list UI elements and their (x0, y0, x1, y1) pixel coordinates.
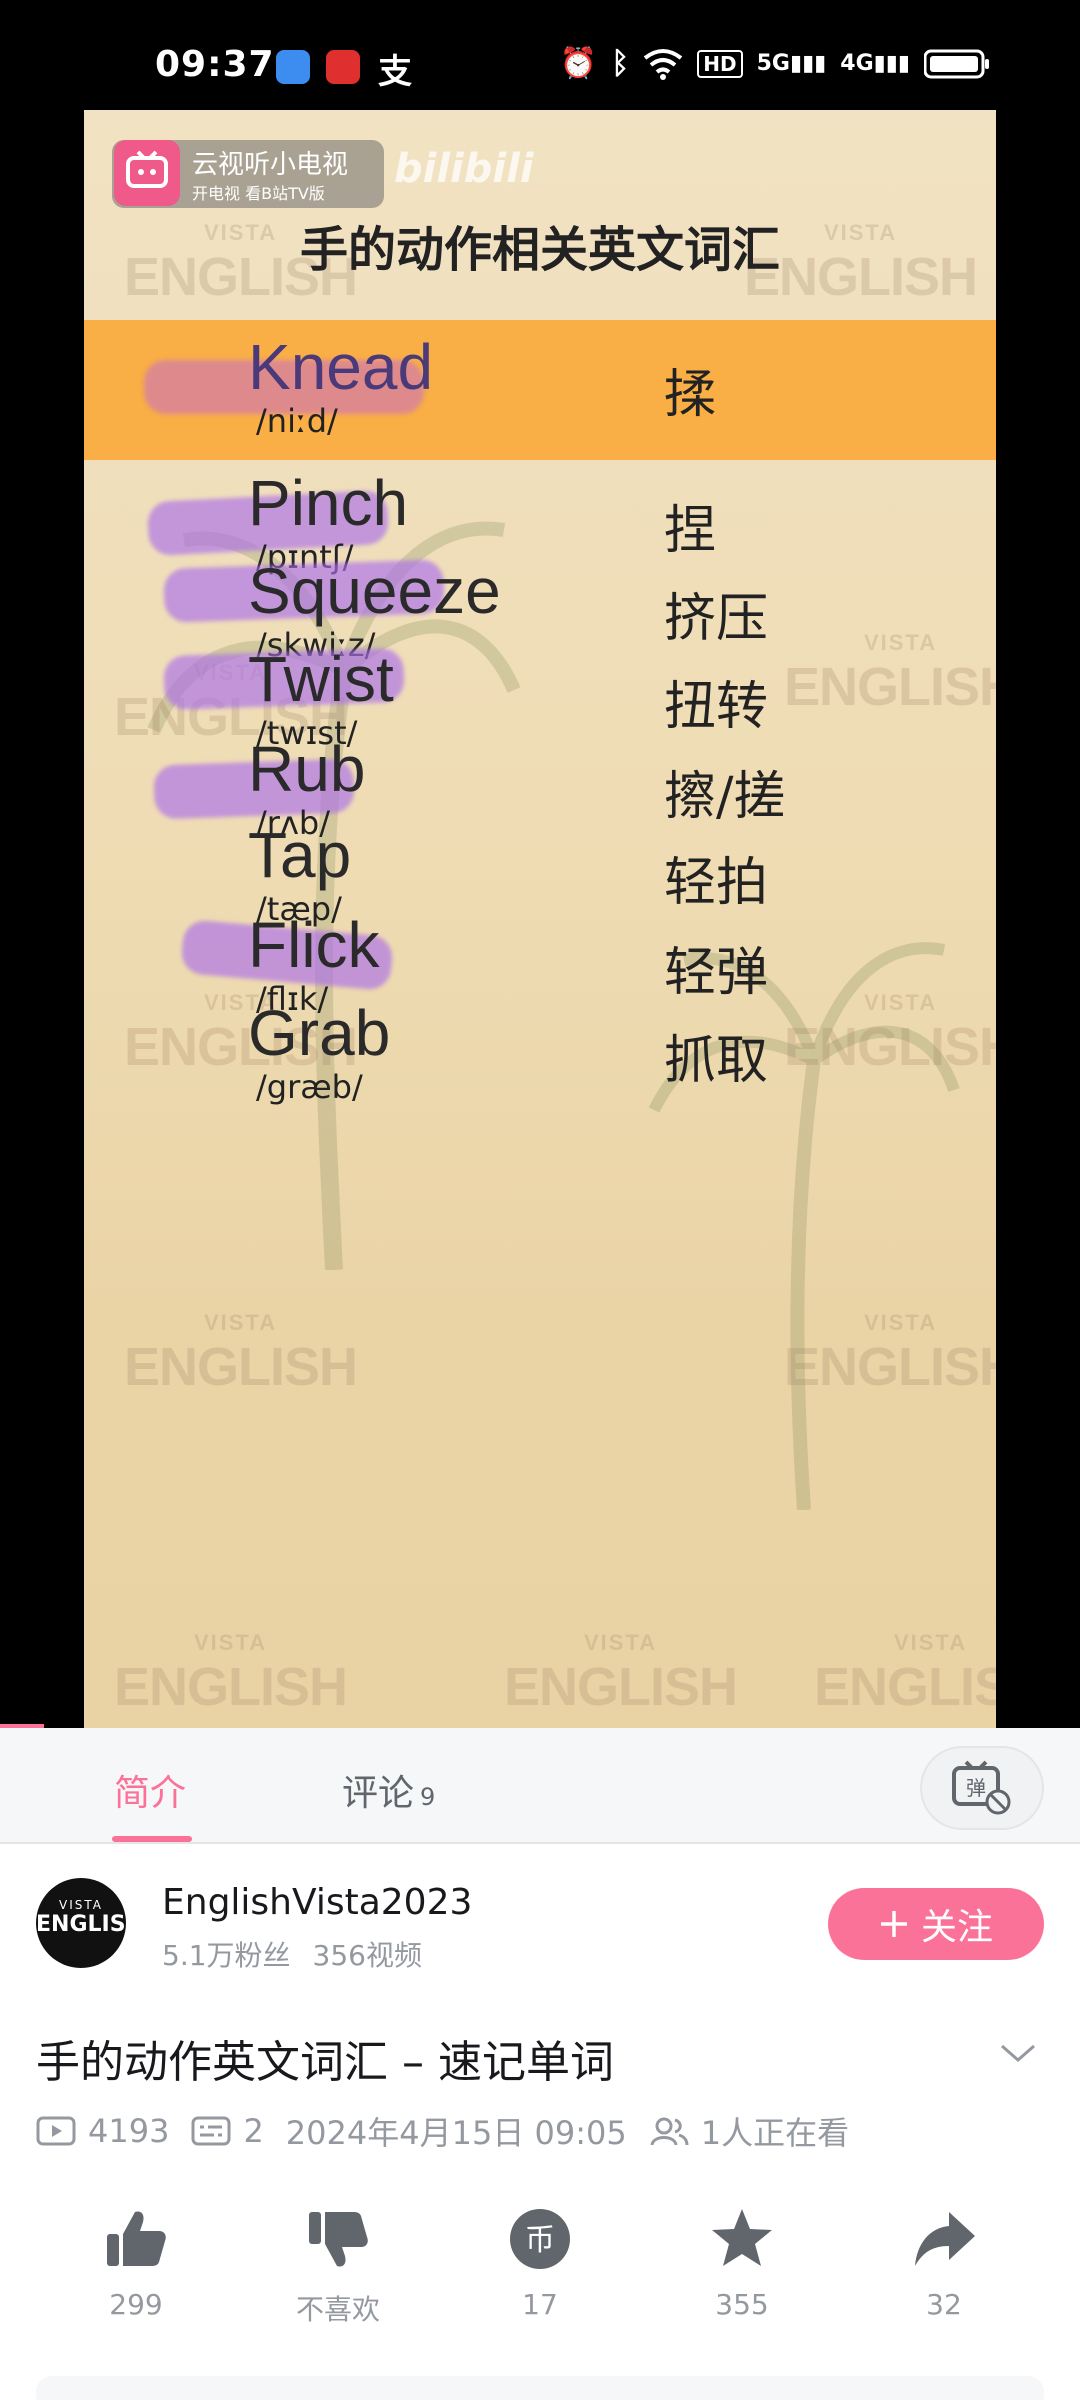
view-count: 4193 (88, 2112, 170, 2150)
signal-4g-icon: 4G▮▮▮ (840, 51, 910, 76)
action-bar: 299 不喜欢 币 17 355 32 (0, 2206, 1080, 2326)
watermark: VISTAENGLISH (124, 1310, 358, 1397)
publish-date: 2024年4月15日 09:05 (285, 2114, 627, 2152)
word-row: Grab/græb/抓取 (84, 986, 996, 1126)
like-button[interactable]: 299 (56, 2206, 216, 2321)
signal-5g-icon: 5G▮▮▮ (756, 51, 827, 76)
coin-icon: 币 (510, 2209, 570, 2269)
tab-bar: 简介 评论 9 弹 (0, 1728, 1080, 1844)
tv-badge-subtitle: 开电视 看B站TV版 (192, 184, 325, 203)
like-count: 299 (109, 2288, 163, 2321)
hd-icon: HD (697, 49, 743, 78)
watermark: VISTAENGLISH (784, 1310, 996, 1397)
share-button[interactable]: 32 (864, 2206, 1024, 2321)
coin-count: 17 (522, 2288, 558, 2321)
word-phonetic: /græb/ (256, 1068, 363, 1106)
favorite-button[interactable]: 355 (662, 2206, 822, 2321)
word-english: Rub (248, 733, 366, 805)
uploader-name[interactable]: EnglishVista2023 (162, 1882, 472, 1923)
dislike-button[interactable]: 不喜欢 (258, 2206, 418, 2328)
svg-text:弹: 弹 (966, 1776, 986, 1800)
word-chinese: 抓取 (664, 1031, 769, 1091)
video-frame[interactable]: VISTAENGLISH VISTAENGLISH VISTAENGLISH V… (84, 110, 996, 1728)
next-section-card (36, 2376, 1044, 2400)
thumbs-down-icon (309, 2212, 368, 2267)
status-bar: 09:37 支 ⏰ ᛒ HD 5G▮▮▮ 4G▮▮▮ (0, 0, 1080, 110)
word-english: Squeeze (248, 555, 501, 627)
wifi-icon (644, 48, 683, 80)
danmaku-toggle-button[interactable]: 弹 (920, 1746, 1044, 1830)
tv-icon (114, 140, 180, 206)
video-meta: 4193 2 2024年4月15日 09:05 1人正在看 (36, 2108, 849, 2154)
watermark: VISTAENGLISH (814, 1630, 996, 1717)
alipay-icon: 支 (378, 52, 412, 92)
video-frame-title: 手的动作相关英文词汇 (299, 222, 780, 278)
follow-label: 关注 (920, 1907, 993, 1948)
bilibili-logo: bilibili (394, 146, 534, 192)
tab-comments[interactable]: 评论 9 (342, 1764, 435, 1816)
word-english: Tap (248, 819, 352, 891)
watching-count: 1人正在看 (700, 2114, 850, 2152)
tv-badge-title: 云视听小电视 (192, 150, 349, 180)
svg-text:币: 币 (525, 2223, 555, 2258)
video-player[interactable]: VISTAENGLISH VISTAENGLISH VISTAENGLISH V… (0, 110, 1080, 1728)
weather-icon (276, 50, 310, 84)
share-arrow-icon (915, 2212, 975, 2266)
bluetooth-icon: ᛒ (611, 46, 630, 81)
status-time: 09:37 (155, 44, 275, 85)
word-english: Pinch (248, 467, 409, 539)
star-icon (712, 2209, 772, 2266)
uploader-avatar[interactable]: VISTA ENGLISH (36, 1878, 144, 1968)
watermark: VISTAENGLISH (504, 1630, 738, 1717)
danmaku-off-icon: 弹 (952, 1760, 1011, 1815)
play-count-icon (36, 2116, 76, 2146)
uploader-stats: 5.1万粉丝 356视频 (162, 1934, 422, 1974)
favorite-count: 355 (715, 2288, 769, 2321)
alarm-icon: ⏰ (559, 46, 598, 81)
video-title: 手的动作英文词汇 – 速记单词 (36, 2037, 614, 2088)
fans-count: 5.1万粉丝 (162, 1939, 291, 1972)
active-tab-indicator (112, 1836, 192, 1842)
battery-icon (924, 49, 989, 78)
watching-icon (650, 2117, 689, 2146)
watermark: VISTAENGLISH (114, 1630, 348, 1717)
word-english: Knead (248, 331, 434, 403)
tab-intro[interactable]: 简介 (114, 1764, 186, 1816)
danmaku-count: 2 (243, 2112, 264, 2150)
word-phonetic: /niːd/ (256, 402, 338, 440)
dislike-label: 不喜欢 (295, 2293, 380, 2326)
thumbs-up-icon (107, 2211, 166, 2266)
word-english: Flick (248, 909, 380, 981)
plus-icon (880, 1911, 907, 1937)
video-count: 356视频 (312, 1939, 422, 1972)
tv-app-badge[interactable]: 云视听小电视 开电视 看B站TV版 (112, 140, 384, 208)
word-english: Twist (248, 643, 394, 715)
share-count: 32 (926, 2288, 962, 2321)
bank-icon (326, 50, 360, 84)
word-chinese: 揉 (664, 365, 717, 425)
word-row: Knead/niːd/揉 (84, 320, 996, 460)
chevron-down-icon[interactable] (998, 2038, 1038, 2068)
danmaku-count-icon (191, 2116, 231, 2146)
coin-button[interactable]: 币 17 (460, 2206, 620, 2321)
comment-count: 9 (420, 1783, 436, 1811)
follow-button[interactable]: 关注 (828, 1888, 1044, 1960)
word-english: Grab (248, 997, 391, 1069)
tab-comments-label: 评论 (342, 1773, 415, 1814)
